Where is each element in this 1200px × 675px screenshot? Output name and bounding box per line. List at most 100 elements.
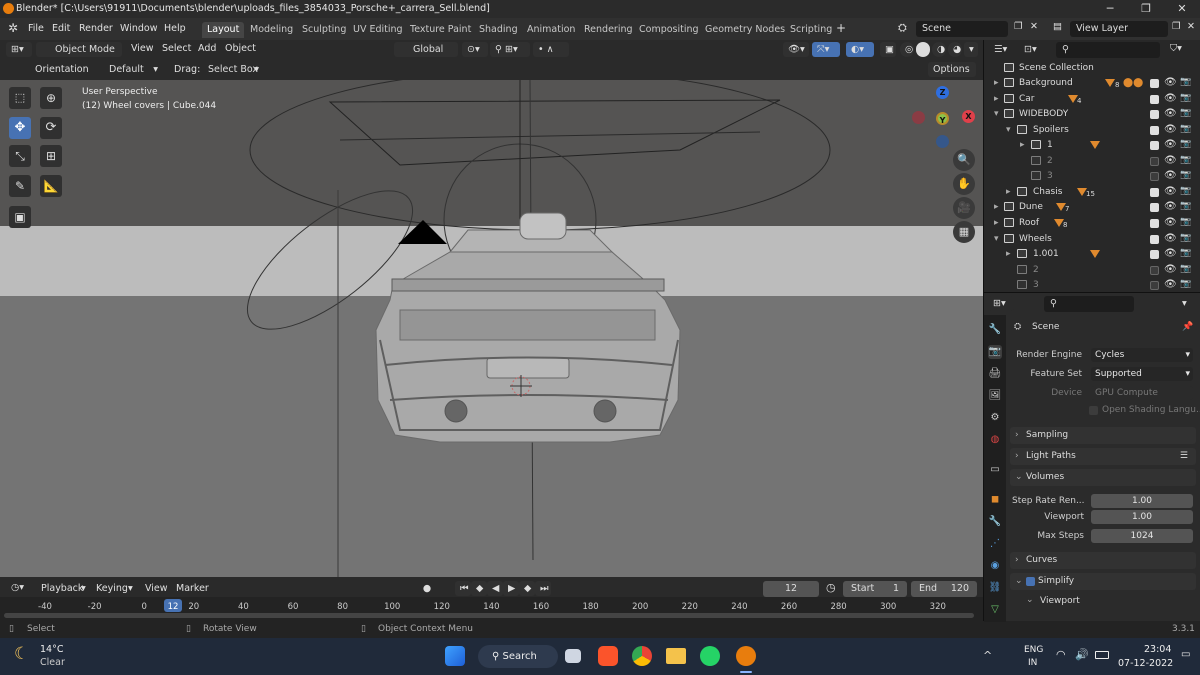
options-dropdown[interactable]: Options (928, 62, 976, 77)
taskbar-search-button[interactable]: ⚲ Search (478, 645, 558, 668)
render-camera-icon[interactable]: 📷 (1180, 155, 1191, 165)
exclude-checkbox[interactable] (1150, 266, 1159, 275)
eye-icon[interactable]: 👁 (1164, 279, 1177, 290)
file-explorer-icon[interactable] (666, 648, 686, 664)
transform-tool[interactable]: ⊞ (40, 145, 62, 167)
menu-add[interactable]: Add (198, 43, 216, 54)
gizmo-neg-y-axis[interactable] (936, 135, 949, 148)
outliner-row-wheels-3[interactable]: 3 👁 📷 (984, 278, 1200, 291)
gizmo-x-axis[interactable]: X (962, 110, 975, 123)
orientation-dropdown[interactable]: Default ▾ (88, 62, 162, 77)
timeline-keying-menu[interactable]: Keying (96, 583, 128, 594)
eye-icon[interactable]: 👁 (1164, 139, 1177, 150)
pan-hand-icon[interactable]: ✋ (953, 173, 975, 195)
3d-viewport[interactable]: ⬚ ⊕ ✥ ⟳ ⤡ ⊞ ✎ 📐 ▣ User Perspective (12) … (0, 80, 983, 577)
collapse-chevron-icon[interactable]: ▾ (994, 109, 999, 119)
timeline-editor-type-button[interactable]: ◷▾ (6, 580, 32, 595)
play-reverse-button[interactable]: ◀ (487, 581, 503, 596)
next-keyframe-button[interactable]: ◆ (519, 581, 535, 596)
expand-chevron-icon[interactable]: ▸ (1006, 187, 1011, 197)
object-tab-icon[interactable]: ◼ (988, 493, 1002, 507)
scale-tool[interactable]: ⤡ (9, 145, 31, 167)
record-keyframe-button[interactable]: ● (417, 581, 437, 596)
snap-toggle[interactable]: ⚲ ⊞▾ (490, 42, 530, 57)
view-layer-selector[interactable]: View Layer (1070, 21, 1168, 37)
timeline-view-menu[interactable]: View (145, 583, 168, 594)
add-cube-tool[interactable]: ▣ (9, 206, 31, 228)
viewport-step-field[interactable]: 1.00 (1091, 510, 1193, 524)
outliner-row-background[interactable]: ▸ Background 8 ⬤⬤ 👁 📷 (984, 76, 1200, 91)
gizmo-neg-x-axis[interactable] (912, 111, 925, 124)
pin-icon[interactable]: 📌 (1182, 322, 1193, 332)
physics-tab-icon[interactable]: ◉ (988, 559, 1002, 573)
tab-compositing[interactable]: Compositing (634, 22, 704, 38)
measure-tool[interactable]: 📐 (40, 175, 62, 197)
light-paths-section[interactable]: › Light Paths ☰ (1010, 448, 1196, 465)
weather-temp[interactable]: 14°C (40, 644, 63, 655)
blender-menu-icon[interactable]: ✲ (8, 21, 18, 35)
exclude-checkbox[interactable] (1150, 188, 1159, 197)
eye-icon[interactable]: 👁 (1164, 170, 1177, 181)
modifier-tab-icon[interactable]: 🔧 (988, 515, 1002, 529)
task-view-icon[interactable] (565, 649, 581, 663)
language-line2[interactable]: IN (1028, 658, 1037, 668)
properties-options-icon[interactable]: ▾ (1182, 298, 1187, 309)
render-camera-icon[interactable]: 📷 (1180, 264, 1191, 274)
tab-animation[interactable]: Animation (522, 22, 580, 38)
properties-search-input[interactable]: ⚲ (1044, 296, 1134, 312)
outliner-row-roof[interactable]: ▸ Roof 8 👁 📷 (984, 216, 1200, 231)
eye-icon[interactable]: 👁 (1164, 264, 1177, 275)
exclude-checkbox[interactable] (1150, 110, 1159, 119)
tab-texture-paint[interactable]: Texture Paint (405, 22, 476, 38)
render-camera-icon[interactable]: 📷 (1180, 201, 1191, 211)
render-camera-icon[interactable]: 📷 (1180, 279, 1191, 289)
render-camera-icon[interactable]: 📷 (1180, 170, 1191, 180)
shading-wireframe-button[interactable]: ◎ (900, 42, 914, 57)
tab-rendering[interactable]: Rendering (579, 22, 638, 38)
exclude-checkbox[interactable] (1150, 250, 1159, 259)
camera-view-icon[interactable]: 🎥 (953, 197, 975, 219)
rotate-tool[interactable]: ⟳ (40, 117, 62, 139)
eye-icon[interactable]: 👁 (1164, 186, 1177, 197)
tab-scripting[interactable]: Scripting (785, 22, 837, 38)
end-frame-field[interactable]: End 120 (911, 581, 977, 597)
render-camera-icon[interactable]: 📷 (1180, 217, 1191, 227)
particles-tab-icon[interactable]: ⋰ (988, 537, 1002, 551)
tab-modeling[interactable]: Modeling (245, 22, 298, 38)
simplify-section[interactable]: ⌄ Simplify (1010, 573, 1196, 590)
outliner-row-spoiler-3[interactable]: 3 👁 📷 (984, 169, 1200, 184)
jump-start-button[interactable]: ⏮ (455, 581, 471, 596)
expand-chevron-icon[interactable]: ▸ (994, 78, 999, 88)
weather-desc[interactable]: Clear (40, 657, 65, 668)
properties-editor-type-button[interactable]: ⊞▾ (988, 296, 1014, 311)
outliner-row-scene-collection[interactable]: Scene Collection (984, 61, 1200, 76)
eye-icon[interactable]: 👁 (1164, 93, 1177, 104)
tab-layout[interactable]: Layout (202, 22, 245, 38)
render-tab-icon[interactable]: 📷 (988, 345, 1002, 359)
outliner-row-car[interactable]: ▸ Car 4 👁 📷 (984, 92, 1200, 107)
render-camera-icon[interactable]: 📷 (1180, 77, 1191, 87)
minimize-button[interactable]: ─ (1092, 0, 1128, 18)
render-camera-icon[interactable]: 📷 (1180, 124, 1191, 134)
windows-start-icon[interactable] (445, 646, 465, 666)
eye-icon[interactable]: 👁 (1164, 233, 1177, 244)
curves-section[interactable]: › Curves (1010, 552, 1196, 569)
outliner-row-dune[interactable]: ▸ Dune 7 👁 📷 (984, 200, 1200, 215)
tab-sculpting[interactable]: Sculpting (297, 22, 351, 38)
exclude-checkbox[interactable] (1150, 172, 1159, 181)
render-camera-icon[interactable]: 📷 (1180, 108, 1191, 118)
render-camera-icon[interactable]: 📷 (1180, 248, 1191, 258)
menu-view[interactable]: View (131, 43, 154, 54)
jump-end-button[interactable]: ⏭ (535, 581, 551, 596)
render-camera-icon[interactable]: 📷 (1180, 139, 1191, 149)
expand-chevron-icon[interactable]: ▸ (1006, 249, 1011, 259)
eye-icon[interactable]: 👁 (1164, 124, 1177, 135)
output-tab-icon[interactable]: 🖨 (988, 367, 1002, 381)
play-button[interactable]: ▶ (503, 581, 519, 596)
world-tab-icon[interactable]: ◍ (988, 433, 1002, 447)
expand-chevron-icon[interactable]: ▸ (994, 218, 999, 228)
exclude-checkbox[interactable] (1150, 203, 1159, 212)
simplify-checkbox[interactable] (1026, 577, 1035, 586)
eye-icon[interactable]: 👁 (1164, 155, 1177, 166)
timeline-playback-menu[interactable]: Playback (41, 583, 83, 594)
